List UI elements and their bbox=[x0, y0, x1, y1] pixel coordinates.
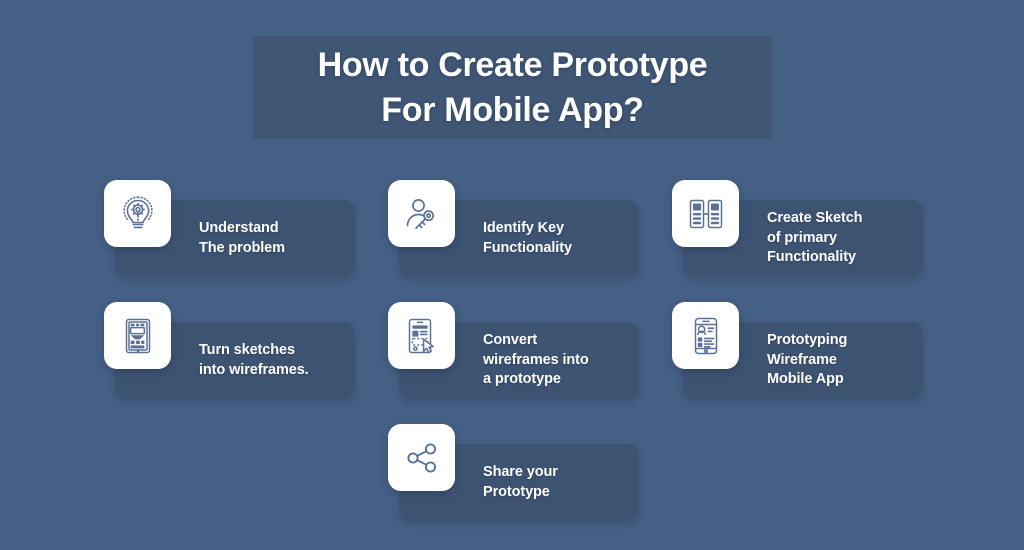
step-card-4[interactable]: Turn sketches into wireframes. bbox=[104, 302, 355, 399]
step-card-6-icon-tile bbox=[672, 302, 739, 369]
page-title-line-1: How to Create Prototype bbox=[317, 45, 708, 84]
step-card-5[interactable]: Convert wireframes into a prototype bbox=[388, 302, 639, 399]
step-card-4-label: Turn sketches into wireframes. bbox=[199, 342, 309, 378]
step-card-1-label: Understand The problem bbox=[199, 220, 285, 256]
step-card-3-label: Create Sketch of primary Functionality bbox=[767, 210, 863, 266]
step-card-2-label: Identify Key Functionality bbox=[483, 220, 572, 256]
step-card-5-icon-tile bbox=[388, 302, 455, 369]
step-card-7-label: Share your Prototype bbox=[483, 464, 558, 500]
step-card-7-icon-tile bbox=[388, 424, 455, 491]
step-card-3[interactable]: Create Sketch of primary Functionality bbox=[672, 180, 923, 277]
step-card-6-label: Prototyping Wireframe Mobile App bbox=[767, 332, 848, 388]
page-title: How to Create Prototype For Mobile App? bbox=[308, 43, 718, 133]
two-screens-sketch-icon bbox=[686, 194, 726, 234]
lightbulb-gear-icon bbox=[118, 194, 158, 234]
step-card-4-icon-tile bbox=[104, 302, 171, 369]
phone-wireframe-icon bbox=[118, 316, 158, 356]
step-card-2-icon-tile bbox=[388, 180, 455, 247]
infographic-canvas: How to Create Prototype For Mobile App? U… bbox=[0, 0, 1024, 550]
step-card-1-icon-tile bbox=[104, 180, 171, 247]
page-title-line-2: For Mobile App? bbox=[381, 90, 644, 129]
step-card-1[interactable]: Understand The problem bbox=[104, 180, 355, 277]
step-card-5-label: Convert wireframes into a prototype bbox=[483, 332, 589, 388]
user-key-icon bbox=[402, 194, 442, 234]
step-card-2[interactable]: Identify Key Functionality bbox=[388, 180, 639, 277]
phone-cursor-icon bbox=[402, 316, 442, 356]
step-card-6[interactable]: Prototyping Wireframe Mobile App bbox=[672, 302, 923, 399]
title-banner: How to Create Prototype For Mobile App? bbox=[253, 36, 772, 139]
share-nodes-icon bbox=[402, 438, 442, 478]
step-card-3-icon-tile bbox=[672, 180, 739, 247]
step-card-7[interactable]: Share your Prototype bbox=[388, 424, 639, 521]
phone-profile-icon bbox=[686, 316, 726, 356]
